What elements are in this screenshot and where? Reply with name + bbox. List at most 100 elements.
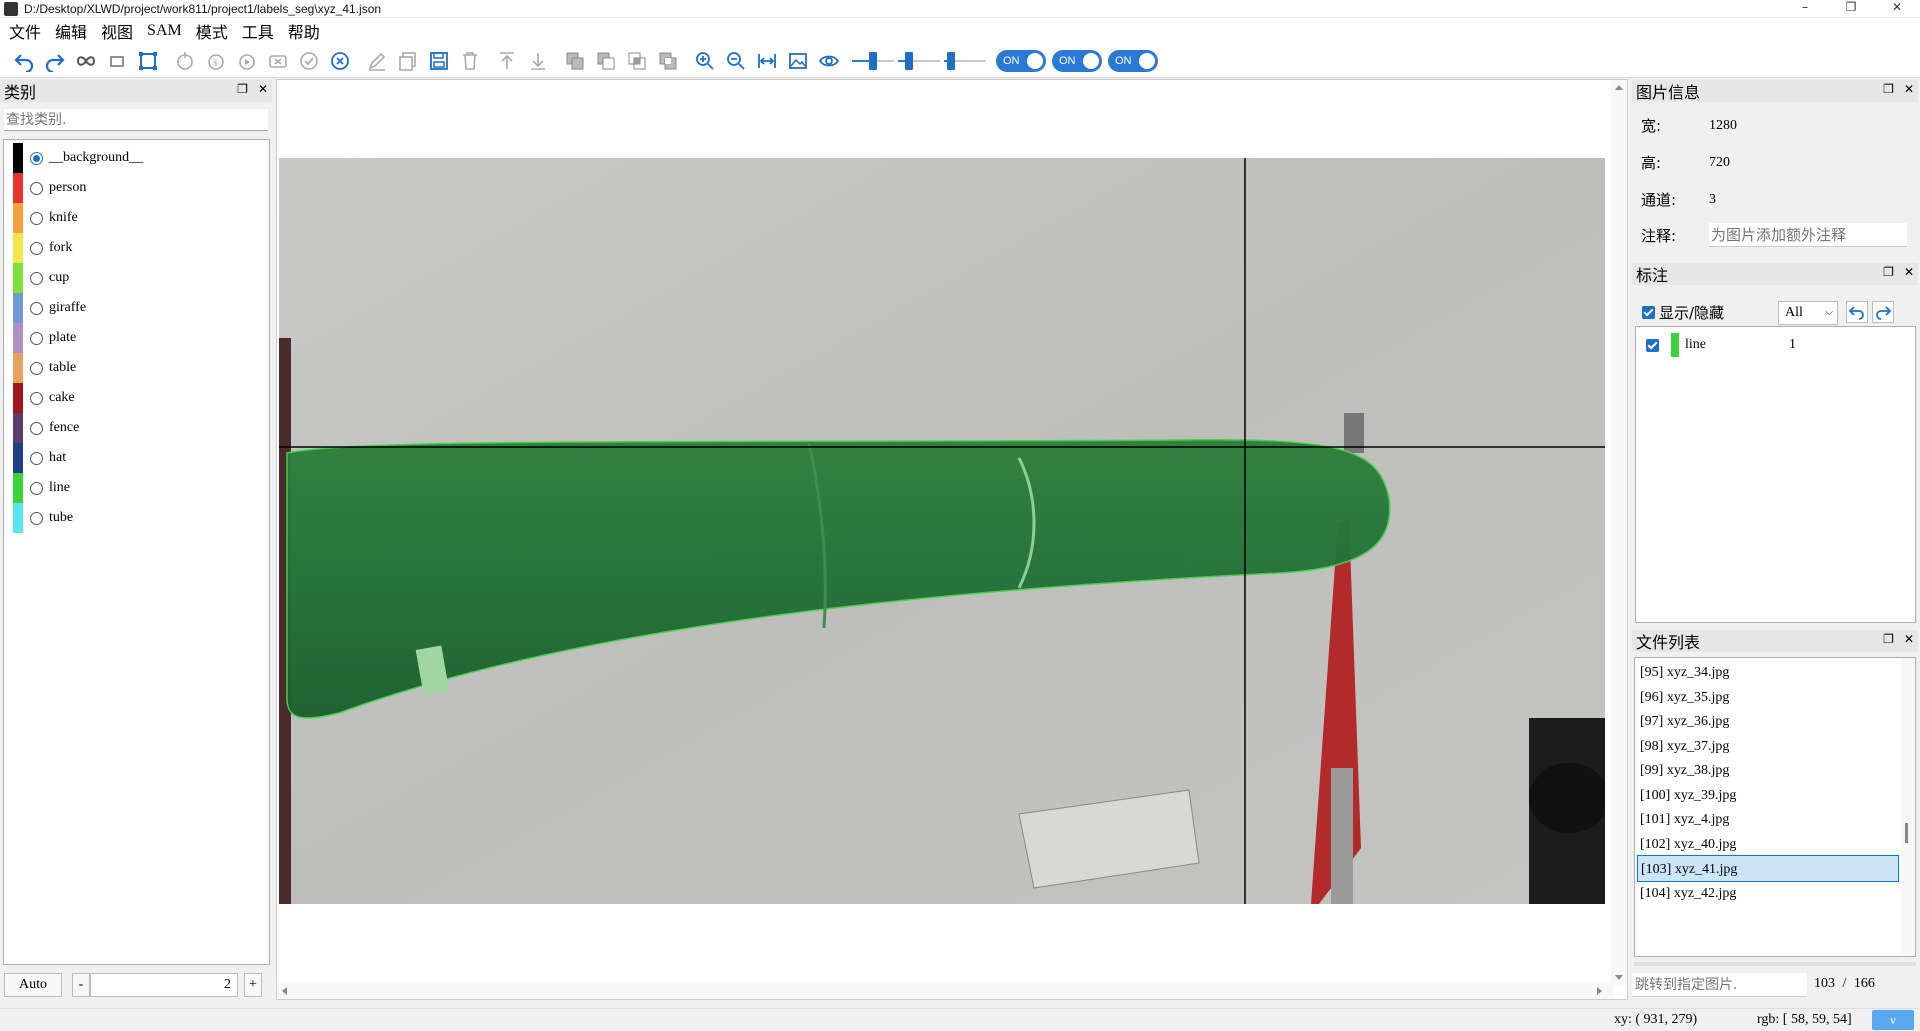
file-list-item[interactable]: [103] xyz_41.jpg (1637, 855, 1899, 882)
category-radio[interactable] (30, 391, 43, 405)
intersect-icon[interactable] (623, 47, 651, 75)
minimize-button[interactable]: – (1782, 0, 1828, 17)
count-input[interactable]: 2 (90, 973, 238, 997)
redo-icon[interactable] (41, 47, 69, 75)
move-bottom-icon[interactable] (524, 47, 552, 75)
undo-icon[interactable] (10, 47, 38, 75)
cancel-icon[interactable] (326, 47, 354, 75)
category-item[interactable]: table (13, 353, 76, 383)
eye-icon[interactable] (815, 47, 843, 75)
union-icon[interactable] (561, 47, 589, 75)
edit-icon[interactable] (363, 47, 391, 75)
menu-edit[interactable]: 编辑 (48, 19, 94, 43)
menu-help[interactable]: 帮助 (281, 19, 327, 43)
fit-width-icon[interactable] (753, 47, 781, 75)
image-icon[interactable] (784, 47, 812, 75)
category-item[interactable]: knife (13, 203, 78, 233)
file-list-item[interactable]: [95] xyz_34.jpg (1637, 659, 1899, 686)
redo-annotation-button[interactable] (1872, 301, 1894, 323)
line-width-slider[interactable] (944, 49, 986, 73)
category-item[interactable]: cup (13, 263, 69, 293)
category-radio[interactable] (30, 511, 43, 525)
category-radio[interactable] (30, 151, 43, 165)
category-radio[interactable] (30, 181, 43, 195)
menu-mode[interactable]: 模式 (189, 19, 235, 43)
file-list-item[interactable]: [98] xyz_37.jpg (1637, 733, 1899, 760)
category-item[interactable]: fence (13, 413, 79, 443)
menu-sam[interactable]: SAM (140, 22, 189, 40)
undo-annotation-button[interactable] (1846, 301, 1868, 323)
category-item[interactable]: person (13, 173, 86, 203)
toggle-switch-2[interactable]: ON (1052, 49, 1102, 72)
category-radio[interactable] (30, 211, 43, 225)
file-list-scrollbar[interactable] (1901, 658, 1915, 956)
annotation-filter-select[interactable]: All ⌵ (1778, 301, 1838, 325)
toggle-switch-3[interactable]: ON (1108, 49, 1158, 72)
menu-view[interactable]: 视图 (94, 19, 140, 43)
category-radio[interactable] (30, 271, 43, 285)
category-item[interactable]: giraffe (13, 293, 86, 323)
increment-button[interactable]: + (244, 973, 262, 997)
mask-alpha-slider[interactable] (852, 49, 894, 73)
zoom-in-icon[interactable] (691, 47, 719, 75)
toggle-switch-1[interactable]: ON (996, 49, 1046, 72)
menu-tools[interactable]: 工具 (235, 19, 281, 43)
sam-box-icon[interactable]: $ (202, 47, 230, 75)
show-hide-toggle[interactable]: 显示/隐藏 (1642, 302, 1724, 323)
category-item[interactable]: plate (13, 323, 76, 353)
category-radio[interactable] (30, 451, 43, 465)
file-list-item[interactable]: [102] xyz_40.jpg (1637, 831, 1899, 858)
vertex-size-slider[interactable] (898, 49, 940, 73)
jump-to-image-input[interactable] (1632, 973, 1807, 997)
category-radio[interactable] (30, 301, 43, 315)
polygon-edit-icon[interactable] (134, 47, 162, 75)
close-icon[interactable]: ✕ (258, 82, 268, 96)
delete-icon[interactable] (456, 47, 484, 75)
close-icon[interactable]: ✕ (1904, 82, 1914, 96)
category-item[interactable]: hat (13, 443, 66, 473)
move-top-icon[interactable] (493, 47, 521, 75)
image-view[interactable] (279, 158, 1605, 904)
close-button[interactable]: ✕ (1874, 0, 1920, 17)
file-list-item[interactable]: [100] xyz_39.jpg (1637, 782, 1899, 809)
float-icon[interactable]: ❐ (1883, 265, 1894, 279)
category-search-input[interactable] (4, 109, 268, 131)
category-item[interactable]: fork (13, 233, 72, 263)
save-icon[interactable] (425, 47, 453, 75)
category-radio[interactable] (30, 481, 43, 495)
float-icon[interactable]: ❐ (1883, 82, 1894, 96)
float-icon[interactable]: ❐ (1883, 632, 1894, 646)
confirm-icon[interactable] (295, 47, 323, 75)
file-list-item[interactable]: [101] xyz_4.jpg (1637, 806, 1899, 833)
sam-run-icon[interactable] (233, 47, 261, 75)
exclude-icon[interactable] (654, 47, 682, 75)
annotation-visible-checkbox[interactable] (1646, 338, 1659, 352)
clear-icon[interactable] (264, 47, 292, 75)
sam-point-icon[interactable] (171, 47, 199, 75)
category-item[interactable]: cake (13, 383, 75, 413)
copy-icon[interactable] (394, 47, 422, 75)
file-list-item[interactable]: [96] xyz_35.jpg (1637, 684, 1899, 711)
zoom-out-icon[interactable] (722, 47, 750, 75)
category-radio[interactable] (30, 241, 43, 255)
category-radio[interactable] (30, 361, 43, 375)
restore-button[interactable]: ❐ (1828, 0, 1874, 17)
rectangle-icon[interactable] (103, 47, 131, 75)
horizontal-scrollbar[interactable] (277, 983, 1613, 999)
file-list-item[interactable]: [104] xyz_42.jpg (1637, 880, 1899, 907)
annotation-item[interactable]: line 1 (1646, 333, 1906, 357)
float-icon[interactable]: ❐ (237, 82, 248, 96)
file-list-item[interactable]: [99] xyz_38.jpg (1637, 757, 1899, 784)
category-item[interactable]: line (13, 473, 70, 503)
file-list-item[interactable]: [97] xyz_36.jpg (1637, 708, 1899, 735)
close-icon[interactable]: ✕ (1904, 632, 1914, 646)
category-item[interactable]: tube (13, 503, 73, 533)
vertical-scrollbar[interactable] (1611, 80, 1627, 985)
close-icon[interactable]: ✕ (1904, 265, 1914, 279)
version-badge[interactable]: v (1872, 1010, 1914, 1030)
decrement-button[interactable]: - (72, 973, 90, 997)
infinity-icon[interactable] (72, 47, 100, 75)
category-item[interactable]: __background__ (13, 143, 143, 173)
auto-button[interactable]: Auto (4, 973, 62, 997)
note-input[interactable] (1709, 223, 1907, 247)
